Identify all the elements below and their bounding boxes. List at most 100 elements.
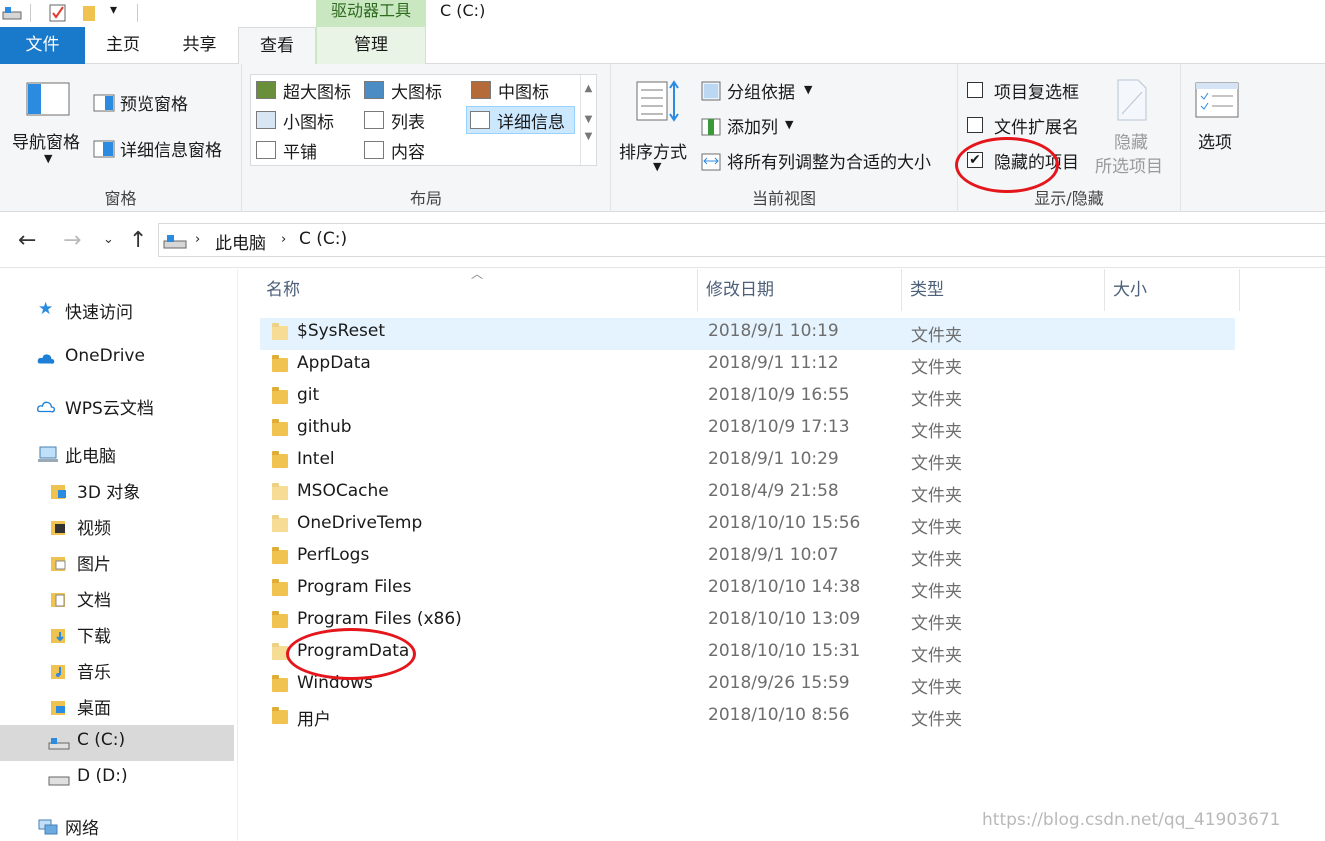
layout-medium-icons[interactable]: 中图标 xyxy=(468,77,578,103)
file-name[interactable]: github xyxy=(297,417,352,437)
sidebar-item-downloads[interactable]: 下载 xyxy=(0,617,234,653)
table-row[interactable]: OneDriveTemp 2018/10/10 15:56 文件夹 xyxy=(260,510,1235,542)
tab-file[interactable]: 文件 xyxy=(0,27,85,64)
breadcrumb-drive-c[interactable]: C (C:) xyxy=(299,229,347,249)
new-folder-icon[interactable] xyxy=(80,3,100,23)
folder-icon xyxy=(272,451,288,468)
table-row[interactable]: MSOCache 2018/4/9 21:58 文件夹 xyxy=(260,478,1235,510)
size-all-columns-button[interactable]: 将所有列调整为合适的大小 xyxy=(699,148,954,174)
add-columns-button[interactable]: 添加列 ▼ xyxy=(699,113,849,139)
tab-share[interactable]: 共享 xyxy=(161,27,238,64)
options-button[interactable]: 选项 xyxy=(1188,78,1248,158)
large-icons-icon xyxy=(364,81,384,99)
chevron-up-icon[interactable]: ▲ xyxy=(581,83,596,94)
sidebar-item-3d-objects[interactable]: 3D 对象 xyxy=(0,473,234,509)
file-name[interactable]: MSOCache xyxy=(297,481,389,501)
sidebar-item-music[interactable]: 音乐 xyxy=(0,653,234,689)
tab-home[interactable]: 主页 xyxy=(85,27,161,64)
up-arrow-icon[interactable]: ↑ xyxy=(129,228,147,253)
sidebar-item-this-pc[interactable]: 此电脑 xyxy=(0,437,234,473)
hide-selected-button[interactable]: 隐藏 所选项目 xyxy=(1092,76,1172,177)
table-row[interactable]: Program Files 2018/10/10 14:38 文件夹 xyxy=(260,574,1235,606)
tab-view[interactable]: 查看 xyxy=(238,27,316,65)
table-row[interactable]: ProgramData 2018/10/10 15:31 文件夹 xyxy=(260,638,1235,670)
sidebar-item-label: WPS云文档 xyxy=(65,399,154,419)
group-by-button[interactable]: 分组依据 ▼ xyxy=(699,78,849,104)
layout-small-icons[interactable]: 小图标 xyxy=(253,107,357,133)
sort-by-button[interactable]: 排序方式 ▼ xyxy=(617,74,697,174)
preview-pane-button[interactable]: 预览窗格 xyxy=(90,90,235,116)
sidebar-item-pictures[interactable]: 图片 xyxy=(0,545,234,581)
table-row[interactable]: PerfLogs 2018/9/1 10:07 文件夹 xyxy=(260,542,1235,574)
layout-gallery: 超大图标 大图标 中图标 小图标 列表 详细信息 平铺 内容 ▲ ▼ ▼ xyxy=(250,74,597,166)
column-header-size[interactable]: 大小 xyxy=(1105,269,1240,311)
file-extensions-checkbox[interactable] xyxy=(967,117,983,133)
table-row[interactable]: $SysReset 2018/9/1 10:19 文件夹 xyxy=(260,318,1235,350)
file-name[interactable]: git xyxy=(297,385,319,405)
item-checkboxes-toggle[interactable]: 项目复选框 xyxy=(964,78,1094,104)
nav-pane-button[interactable]: 导航窗格 ▼ xyxy=(8,78,88,178)
file-name[interactable]: Intel xyxy=(297,449,335,469)
drive-icon[interactable] xyxy=(2,3,22,23)
layout-content[interactable]: 内容 xyxy=(361,137,461,163)
address-bar[interactable]: › 此电脑 › C (C:) xyxy=(158,223,1325,257)
hidden-items-checkbox[interactable]: ✔ xyxy=(967,152,983,168)
sidebar-item-wps[interactable]: WPS云文档 xyxy=(0,389,234,425)
table-row[interactable]: github 2018/10/9 17:13 文件夹 xyxy=(260,414,1235,446)
details-pane-button[interactable]: 详细信息窗格 xyxy=(90,136,235,162)
customize-qa-icon[interactable]: ▾ xyxy=(110,2,117,18)
properties-icon[interactable] xyxy=(48,3,68,23)
column-header-date[interactable]: 修改日期 xyxy=(698,269,902,311)
file-name[interactable]: PerfLogs xyxy=(297,545,369,565)
layout-extra-large-icons[interactable]: 超大图标 xyxy=(253,77,357,103)
layout-details[interactable]: 详细信息 xyxy=(466,106,575,134)
sidebar-item-videos[interactable]: 视频 xyxy=(0,509,234,545)
column-header-type[interactable]: 类型 xyxy=(902,269,1105,311)
gallery-more-icon[interactable]: ▼ xyxy=(581,131,596,142)
recent-locations-icon[interactable]: ⌄ xyxy=(103,232,114,247)
file-name[interactable]: Program Files xyxy=(297,577,411,597)
sidebar-item-network[interactable]: 网络 xyxy=(0,809,234,841)
details-icon xyxy=(470,111,490,129)
tab-manage[interactable]: 管理 xyxy=(316,27,426,64)
sidebar-item-documents[interactable]: 文档 xyxy=(0,581,234,617)
sidebar-item-label: 此电脑 xyxy=(65,447,116,467)
table-row[interactable]: AppData 2018/9/1 11:12 文件夹 xyxy=(260,350,1235,382)
table-row[interactable]: 用户 2018/10/10 8:56 文件夹 xyxy=(260,702,1235,734)
chevron-down-icon[interactable]: ▼ xyxy=(581,114,596,125)
column-header-name[interactable]: 名称 xyxy=(258,269,698,311)
item-checkboxes-checkbox[interactable] xyxy=(967,82,983,98)
layout-label: 中图标 xyxy=(498,83,549,103)
forward-arrow-icon[interactable]: → xyxy=(63,228,81,253)
file-name[interactable]: $SysReset xyxy=(297,321,385,341)
breadcrumb-separator-icon[interactable]: › xyxy=(281,232,286,247)
sidebar-item-drive-d[interactable]: D (D:) xyxy=(0,761,234,797)
folder-icon xyxy=(272,483,288,500)
file-type: 文件夹 xyxy=(911,646,962,666)
layout-large-icons[interactable]: 大图标 xyxy=(361,77,461,103)
back-arrow-icon[interactable]: ← xyxy=(18,228,36,253)
breadcrumb-separator-icon[interactable]: › xyxy=(195,232,200,247)
sidebar-item-drive-c[interactable]: C (C:) xyxy=(0,725,234,761)
layout-tiles[interactable]: 平铺 xyxy=(253,137,357,163)
hidden-items-toggle[interactable]: ✔ 隐藏的项目 xyxy=(964,148,1094,174)
table-row[interactable]: git 2018/10/9 16:55 文件夹 xyxy=(260,382,1235,414)
file-name[interactable]: OneDriveTemp xyxy=(297,513,422,533)
file-name[interactable]: ProgramData xyxy=(297,641,409,661)
sidebar-item-onedrive[interactable]: OneDrive xyxy=(0,341,234,377)
table-row[interactable]: Program Files (x86) 2018/10/10 13:09 文件夹 xyxy=(260,606,1235,638)
file-name[interactable]: 用户 xyxy=(297,705,331,730)
sidebar-item-desktop[interactable]: 桌面 xyxy=(0,689,234,725)
table-row[interactable]: Intel 2018/9/1 10:29 文件夹 xyxy=(260,446,1235,478)
breadcrumb-this-pc[interactable]: 此电脑 xyxy=(215,229,266,254)
file-extensions-toggle[interactable]: 文件扩展名 xyxy=(964,113,1094,139)
layout-list[interactable]: 列表 xyxy=(361,107,461,133)
sidebar-item-quick-access[interactable]: ★ 快速访问 xyxy=(0,293,234,329)
sidebar-item-label: 网络 xyxy=(65,819,99,839)
file-name[interactable]: AppData xyxy=(297,353,371,373)
folder-icon xyxy=(272,643,288,660)
gallery-scrollbar[interactable]: ▲ ▼ ▼ xyxy=(580,75,596,165)
table-row[interactable]: Windows 2018/9/26 15:59 文件夹 xyxy=(260,670,1235,702)
file-name[interactable]: Program Files (x86) xyxy=(297,609,462,629)
file-name[interactable]: Windows xyxy=(297,673,373,693)
